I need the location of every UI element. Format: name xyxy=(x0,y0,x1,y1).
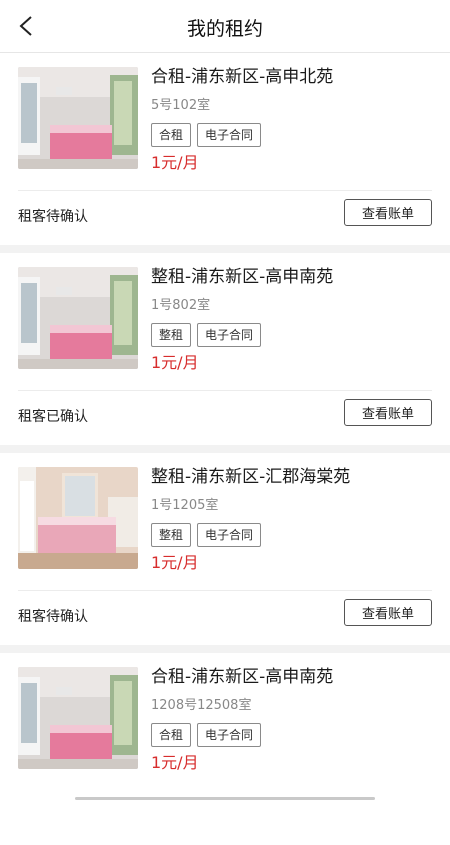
page-title: 我的租约 xyxy=(186,18,263,40)
listing-title[interactable]: 整租-浦东新区-高申南苑 xyxy=(151,265,440,289)
room-photo xyxy=(18,67,138,169)
room-photo xyxy=(18,267,138,369)
room-photo xyxy=(18,667,138,769)
divider xyxy=(18,190,432,191)
price: 1元/月 xyxy=(151,353,199,372)
lease-card[interactable]: 合租-浦东新区-高申北苑 5号102室 合租 电子合同 1元/月 租客待确认 查… xyxy=(0,53,450,245)
lease-card[interactable]: 合租-浦东新区-高申南苑 1208号12508室 合租 电子合同 1元/月 xyxy=(0,653,450,845)
contract-tag: 电子合同 xyxy=(197,723,262,747)
price: 1元/月 xyxy=(151,153,199,172)
lease-info: 合租-浦东新区-高申南苑 1208号12508室 合租 电子合同 1元/月 xyxy=(151,665,440,774)
header-bar: 我的租约 xyxy=(0,0,450,53)
room-number: 5号102室 xyxy=(151,98,211,113)
divider xyxy=(18,390,432,391)
rent-type-tag: 整租 xyxy=(151,323,192,347)
lease-card[interactable]: 整租-浦东新区-汇郡海棠苑 1号1205室 整租 电子合同 1元/月 租客待确认… xyxy=(0,453,450,645)
room-number: 1号802室 xyxy=(151,298,211,313)
lease-card[interactable]: 整租-浦东新区-高申南苑 1号802室 整租 电子合同 1元/月 租客已确认 查… xyxy=(0,253,450,445)
price: 1元/月 xyxy=(151,753,199,772)
rent-type-tag: 整租 xyxy=(151,523,192,547)
status-text: 租客待确认 xyxy=(18,609,88,625)
lease-info: 整租-浦东新区-高申南苑 1号802室 整租 电子合同 1元/月 xyxy=(151,265,440,374)
room-photo xyxy=(18,467,138,569)
tag-group: 合租 电子合同 xyxy=(151,123,440,147)
price: 1元/月 xyxy=(151,553,199,572)
status-text: 租客待确认 xyxy=(18,209,88,225)
room-number: 1号1205室 xyxy=(151,498,219,513)
listing-title[interactable]: 合租-浦东新区-高申南苑 xyxy=(151,665,440,689)
view-bill-button[interactable]: 查看账单 xyxy=(344,199,432,226)
tag-group: 合租 电子合同 xyxy=(151,723,440,747)
lease-info: 整租-浦东新区-汇郡海棠苑 1号1205室 整租 电子合同 1元/月 xyxy=(151,465,440,574)
tag-group: 整租 电子合同 xyxy=(151,323,440,347)
status-text: 租客已确认 xyxy=(18,409,88,425)
lease-info: 合租-浦东新区-高申北苑 5号102室 合租 电子合同 1元/月 xyxy=(151,65,440,174)
rent-type-tag: 合租 xyxy=(151,123,192,147)
room-number: 1208号12508室 xyxy=(151,698,252,713)
contract-tag: 电子合同 xyxy=(197,123,262,147)
listing-title[interactable]: 整租-浦东新区-汇郡海棠苑 xyxy=(151,465,440,489)
listing-title[interactable]: 合租-浦东新区-高申北苑 xyxy=(151,65,440,89)
view-bill-button[interactable]: 查看账单 xyxy=(344,399,432,426)
rent-type-tag: 合租 xyxy=(151,723,192,747)
divider xyxy=(18,590,432,591)
lease-list: 合租-浦东新区-高申北苑 5号102室 合租 电子合同 1元/月 租客待确认 查… xyxy=(0,53,450,845)
contract-tag: 电子合同 xyxy=(197,323,262,347)
tag-group: 整租 电子合同 xyxy=(151,523,440,547)
contract-tag: 电子合同 xyxy=(197,523,262,547)
view-bill-button[interactable]: 查看账单 xyxy=(344,599,432,626)
